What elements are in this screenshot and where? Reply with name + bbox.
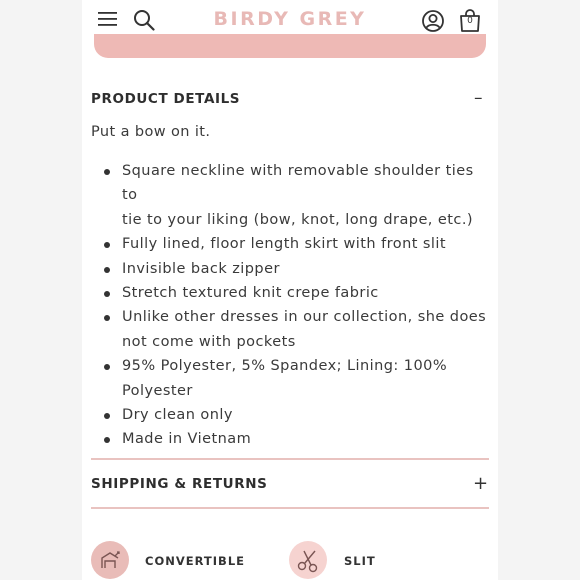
expand-toggle[interactable]: + bbox=[473, 473, 488, 494]
list-item: Stretch textured knit crepe fabric bbox=[91, 281, 491, 305]
collapse-toggle[interactable]: – bbox=[474, 88, 483, 108]
product-page: BIRDY GREY 0 PRODUCT DETAILS – Put a bow… bbox=[82, 0, 498, 580]
search-icon[interactable] bbox=[133, 9, 155, 31]
list-item-text: Unlike other dresses in our collection, … bbox=[122, 309, 487, 326]
list-item: Fully lined, floor length skirt with fro… bbox=[91, 232, 491, 256]
list-item-text: 95% Polyester, 5% Spandex; Lining: 100% bbox=[122, 358, 448, 375]
list-item-text: Made in Vietnam bbox=[122, 431, 252, 448]
list-item: 95% Polyester, 5% Spandex; Lining: 100% … bbox=[91, 354, 491, 403]
feature-label: CONVERTIBLE bbox=[145, 554, 246, 568]
list-item-text: Polyester bbox=[122, 382, 193, 399]
account-icon[interactable] bbox=[421, 9, 445, 33]
list-item-text: tie to your liking (bow, knot, long drap… bbox=[122, 211, 474, 228]
list-item-text: Dry clean only bbox=[122, 407, 233, 424]
add-to-cart-button[interactable] bbox=[94, 34, 486, 58]
convertible-badge bbox=[91, 541, 129, 579]
list-item-text: Invisible back zipper bbox=[122, 260, 280, 277]
scissors-icon bbox=[297, 550, 318, 573]
list-item-text: not come with pockets bbox=[122, 333, 296, 350]
convertible-icon bbox=[101, 551, 120, 568]
list-item: Dry clean only bbox=[91, 403, 491, 427]
list-item: Invisible back zipper bbox=[91, 257, 491, 281]
list-item-text: Square neckline with removable shoulder … bbox=[122, 163, 474, 204]
feature-label: SLIT bbox=[344, 554, 376, 568]
slit-badge bbox=[289, 541, 327, 579]
product-details-list: Square neckline with removable shoulder … bbox=[91, 159, 491, 452]
list-item: Square neckline with removable shoulder … bbox=[91, 159, 491, 232]
shipping-returns-heading[interactable]: SHIPPING & RETURNS bbox=[91, 476, 267, 492]
cart-count: 0 bbox=[467, 16, 473, 26]
menu-icon[interactable] bbox=[98, 11, 117, 27]
product-details-heading[interactable]: PRODUCT DETAILS bbox=[91, 91, 240, 107]
section-divider bbox=[91, 507, 489, 509]
list-item: Unlike other dresses in our collection, … bbox=[91, 305, 491, 354]
list-item: Made in Vietnam bbox=[91, 427, 491, 451]
section-divider bbox=[91, 458, 489, 460]
product-intro: Put a bow on it. bbox=[91, 124, 211, 140]
brand-logo[interactable]: BIRDY GREY bbox=[190, 8, 390, 30]
list-item-text: Fully lined, floor length skirt with fro… bbox=[122, 236, 447, 253]
list-item-text: Stretch textured knit crepe fabric bbox=[122, 285, 379, 302]
